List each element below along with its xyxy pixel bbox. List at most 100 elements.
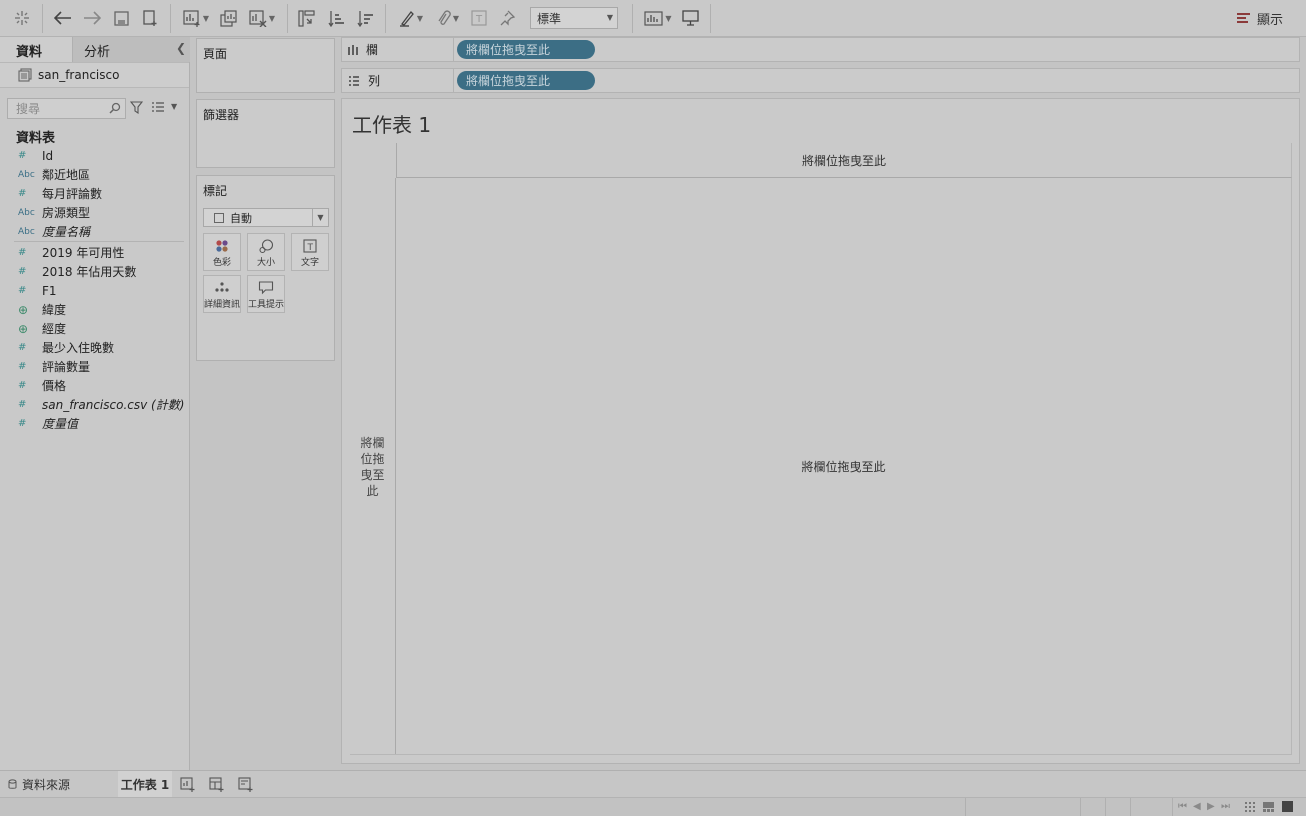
undo-icon[interactable] — [52, 7, 74, 29]
size-label: 大小 — [256, 258, 275, 268]
search-field[interactable] — [7, 98, 126, 119]
redo-icon[interactable] — [81, 7, 103, 29]
field-item[interactable]: Abc 度量名稱 — [0, 222, 189, 241]
size-button[interactable]: 大小 — [247, 233, 285, 271]
field-item[interactable]: # 每月評論數 — [0, 184, 189, 203]
field-item[interactable]: # 評論數量 — [0, 357, 189, 376]
show-cards-icon[interactable]: ▼ — [642, 7, 674, 29]
field-item[interactable]: # 最少入住晚數 — [0, 338, 189, 357]
detail-icon — [215, 282, 229, 292]
first-sheet-icon[interactable]: ⏮ — [1178, 801, 1187, 812]
show-mark-labels-icon[interactable]: T — [470, 7, 488, 29]
field-name: 每月評論數 — [42, 187, 103, 201]
sheet-tab-bar: 資料來源 工作表 1 — [0, 770, 1306, 798]
search-icon — [109, 102, 121, 114]
svg-text:T: T — [475, 14, 483, 25]
last-sheet-icon[interactable]: ⏭ — [1221, 801, 1230, 812]
pin-axes-icon[interactable] — [498, 7, 516, 29]
sort-ascending-icon[interactable] — [326, 7, 346, 29]
column-header-drop-zone[interactable]: 將欄位拖曳至此 — [396, 143, 1292, 178]
field-name: 緯度 — [42, 303, 67, 317]
new-worksheet-icon[interactable]: ▼ — [180, 7, 212, 29]
row-header-drop-zone[interactable]: 將欄位拖曳至此 — [350, 178, 396, 755]
field-item[interactable]: # F1 — [0, 281, 189, 300]
field-item[interactable]: ⊕ 經度 — [0, 319, 189, 338]
clear-sheet-icon[interactable]: ▼ — [246, 7, 278, 29]
fit-dropdown[interactable]: 標準 ▼ — [530, 7, 618, 29]
field-name: 最少入住晚數 — [42, 341, 115, 355]
color-button[interactable]: 色彩 — [203, 233, 241, 271]
columns-drop-pill[interactable]: 將欄位拖曳至此 — [457, 40, 595, 59]
tooltip-button[interactable]: 工具提示 — [247, 275, 285, 313]
divider — [350, 754, 396, 755]
field-item[interactable]: # san_francisco.csv (計數) — [0, 395, 189, 414]
data-pane: 資料 分析 ❮ san_francisco ▼ 資料表 # Id Abc 鄰近地區 # 每… — [0, 37, 190, 770]
group-members-icon[interactable]: ▼ — [432, 7, 464, 29]
presentation-mode-icon[interactable] — [680, 7, 700, 29]
new-worksheet-tab-icon[interactable] — [180, 777, 195, 792]
search-input[interactable] — [8, 99, 125, 118]
highlight-icon[interactable]: ▼ — [395, 7, 427, 29]
number-type-icon: # — [18, 399, 27, 410]
fit-value: 標準 — [537, 12, 562, 26]
show-me-button[interactable]: 顯示 — [1236, 7, 1283, 29]
filter-icon[interactable] — [130, 101, 143, 114]
detail-button[interactable]: 詳細資訊 — [203, 275, 241, 313]
field-item[interactable]: # 價格 — [0, 376, 189, 395]
field-name: F1 — [42, 283, 57, 298]
columns-label: 欄 — [366, 43, 379, 57]
tab-datasource[interactable]: 資料來源 — [8, 771, 118, 798]
marks-card: 標記 自動 ▼ 色彩 大小 T 文字 詳細資訊 工具提示 — [196, 175, 335, 361]
field-item[interactable]: Abc 鄰近地區 — [0, 165, 189, 184]
tabs-view-icon[interactable] — [1282, 801, 1293, 812]
text-button[interactable]: T 文字 — [291, 233, 329, 271]
swap-rows-columns-icon[interactable] — [296, 7, 316, 29]
sheet-sorter-icon[interactable] — [1244, 801, 1255, 812]
chevron-down-icon: ▼ — [312, 209, 328, 226]
worksheet-view: 工作表 1 將欄位拖曳至此 將欄位拖曳至此 將欄位拖曳至此 — [341, 98, 1300, 764]
sort-descending-icon[interactable] — [355, 7, 375, 29]
string-type-icon: Abc — [18, 226, 35, 237]
columns-shelf[interactable]: 欄 將欄位拖曳至此 — [341, 37, 1300, 62]
list-view-icon[interactable] — [151, 102, 165, 113]
previous-sheet-icon[interactable]: ◀ — [1193, 801, 1201, 812]
field-item[interactable]: # Id — [0, 146, 189, 165]
datasource-item[interactable]: san_francisco — [0, 62, 189, 88]
rows-drop-pill[interactable]: 將欄位拖曳至此 — [457, 71, 595, 90]
field-item[interactable]: #2018 年佔用天數 — [0, 262, 189, 281]
toolbar: ▼ ▼ ▼ ▼ T 標準 ▼ ▼ 顯示 — [0, 0, 1306, 37]
tab-sheet-1[interactable]: 工作表 1 — [118, 771, 172, 798]
next-sheet-icon[interactable]: ▶ — [1207, 801, 1215, 812]
text-label: 文字 — [300, 258, 319, 268]
filmstrip-icon[interactable] — [1263, 801, 1274, 812]
number-type-icon: # — [18, 418, 27, 429]
field-item[interactable]: Abc 房源類型 — [0, 203, 189, 222]
size-icon — [259, 239, 274, 254]
tab-data[interactable]: 資料 — [0, 37, 72, 62]
collapse-pane-icon[interactable]: ❮ — [176, 41, 186, 55]
field-item[interactable]: # 度量值 — [0, 414, 189, 433]
tableau-logo-icon[interactable] — [12, 7, 32, 29]
view-options-chevron-icon[interactable]: ▼ — [171, 102, 177, 111]
new-story-tab-icon[interactable] — [238, 777, 253, 792]
database-icon — [8, 779, 17, 789]
pages-shelf[interactable]: 頁面 — [196, 38, 335, 93]
sheet-title[interactable]: 工作表 1 — [352, 109, 431, 138]
field-name: 房源類型 — [42, 206, 91, 220]
field-item[interactable]: #2019 年可用性 — [0, 243, 189, 262]
mark-type-dropdown[interactable]: 自動 ▼ — [203, 208, 329, 227]
view-body-drop-zone[interactable]: 將欄位拖曳至此 — [396, 178, 1292, 755]
save-icon[interactable] — [111, 7, 131, 29]
filters-shelf[interactable]: 篩選器 — [196, 99, 335, 168]
new-datasource-icon[interactable] — [140, 7, 160, 29]
rows-shelf-label: 列 — [342, 69, 454, 92]
filters-title: 篩選器 — [203, 108, 240, 122]
rows-shelf[interactable]: 列 將欄位拖曳至此 — [341, 68, 1300, 93]
detail-label: 詳細資訊 — [204, 300, 241, 310]
dimension-field-list: # Id Abc 鄰近地區 # 每月評論數 Abc 房源類型 Abc 度量名稱 — [0, 146, 189, 241]
square-mark-icon — [214, 212, 224, 223]
new-dashboard-tab-icon[interactable] — [209, 777, 224, 792]
tab-analysis[interactable]: 分析 — [72, 37, 190, 62]
duplicate-sheet-icon[interactable] — [218, 7, 240, 29]
field-item[interactable]: ⊕ 緯度 — [0, 300, 189, 319]
